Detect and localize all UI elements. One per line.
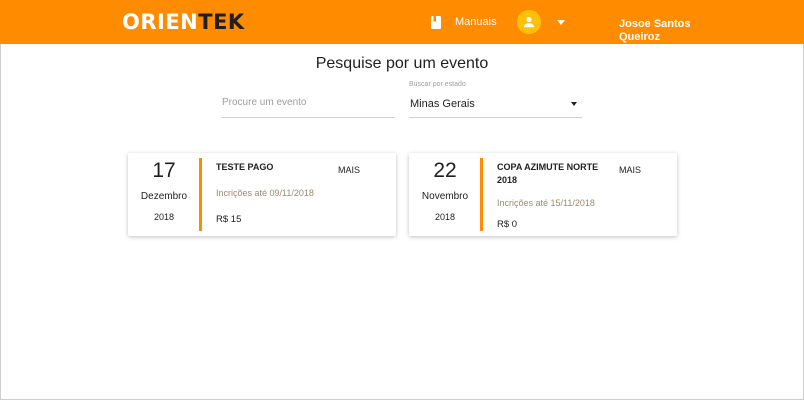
state-select[interactable]: Buscar por estado Minas Gerais: [409, 80, 582, 118]
page-title: Pesquise por um evento: [315, 55, 489, 72]
caret-down-icon[interactable]: [571, 102, 577, 106]
accent-divider: [480, 158, 483, 231]
event-card[interactable]: 17 Dezembro 2018 TESTE PAGO MAIS Incriçõ…: [128, 153, 396, 236]
event-date: 22 Novembro 2018: [409, 153, 481, 236]
book-icon: [430, 15, 442, 30]
event-price: R$ 0: [497, 219, 518, 230]
event-name: COPA AZIMUTE NORTE 2018: [497, 162, 599, 185]
event-year: 2018: [153, 212, 175, 222]
user-name: Josoe Santos Queiroz: [619, 18, 691, 43]
more-button[interactable]: MAIS: [619, 165, 641, 175]
event-price: R$ 15: [216, 214, 242, 225]
event-year: 2018: [434, 212, 456, 222]
event-day: 17: [152, 159, 176, 182]
more-button[interactable]: MAIS: [338, 165, 360, 175]
logo-part-2: TEK: [198, 10, 245, 34]
event-day: 22: [433, 159, 457, 182]
logo[interactable]: ORIENTEK: [122, 10, 245, 34]
event-card[interactable]: 22 Novembro 2018 COPA AZIMUTE NORTE 2018…: [409, 153, 677, 236]
manuals-label: Manuais: [455, 16, 497, 28]
event-date: 17 Dezembro 2018: [128, 153, 200, 236]
event-search-field[interactable]: [222, 88, 395, 118]
avatar[interactable]: [517, 10, 541, 34]
top-app-bar: ORIENTEK Manuais Josoe Santos Queiroz: [0, 0, 804, 44]
accent-divider: [199, 158, 202, 231]
event-month: Novembro: [421, 191, 469, 202]
person-icon: [524, 16, 534, 28]
event-deadline: Incrições até 09/11/2018: [216, 188, 314, 198]
user-menu[interactable]: Josoe Santos Queiroz: [517, 10, 691, 43]
state-select-label: Buscar por estado: [409, 81, 466, 88]
caret-down-icon[interactable]: [557, 19, 565, 25]
event-deadline: Incrições até 15/11/2018: [497, 198, 595, 208]
manuals-link[interactable]: Manuais: [430, 12, 497, 32]
event-month: Dezembro: [140, 191, 188, 202]
state-select-value: Minas Gerais: [410, 98, 475, 110]
event-name: TESTE PAGO: [216, 162, 274, 172]
event-search-input[interactable]: [222, 88, 395, 116]
logo-part-1: ORIEN: [122, 10, 199, 34]
